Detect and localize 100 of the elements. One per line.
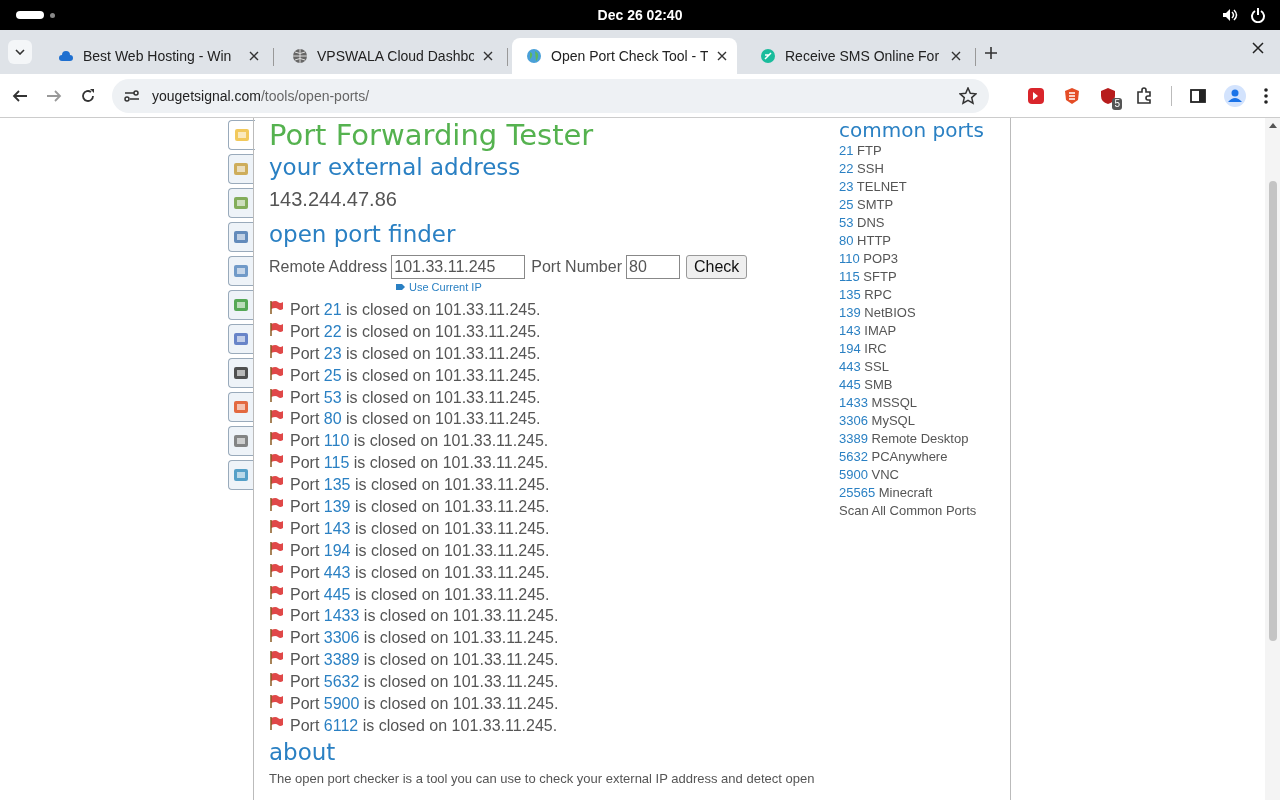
profile-icon[interactable] [1224,84,1246,107]
volume-icon[interactable] [1222,7,1238,23]
common-port-link[interactable]: 139 NetBIOS [839,304,1010,322]
globe-icon [526,48,542,64]
port-link[interactable]: 194 [323,541,351,559]
shield-extension-icon[interactable] [1099,86,1117,105]
port-link[interactable]: 3389 [323,651,360,669]
port-link[interactable]: 3306 [323,629,360,647]
port-link[interactable]: 80 [323,410,342,428]
tool-icon [233,161,249,177]
reload-icon[interactable] [80,87,96,104]
port-link[interactable]: 110 [323,432,350,450]
common-port-link[interactable]: 53 DNS [839,214,1010,232]
bookmark-star-icon[interactable] [959,86,977,105]
menu-icon[interactable] [1264,87,1268,104]
section-heading: open port finder [269,220,457,249]
common-port-link[interactable]: 5900 VNC [839,466,1010,484]
common-port-link[interactable]: 80 HTTP [839,232,1010,250]
common-port-link[interactable]: 3306 MySQL [839,412,1010,430]
port-link[interactable]: 6112 [323,716,359,734]
common-port-link[interactable]: 110 POP3 [839,250,1010,268]
common-port-link[interactable]: 23 TELNET [839,178,1010,196]
port-link[interactable]: 139 [323,498,351,515]
extension-icon[interactable] [1063,86,1081,105]
tool-tab[interactable] [228,358,253,388]
scrollbar[interactable] [1265,118,1280,800]
close-icon[interactable] [1252,42,1264,54]
port-link[interactable]: 143 [323,519,351,537]
close-icon[interactable] [717,51,727,61]
forward-icon[interactable] [46,87,62,104]
port-link[interactable]: 21 [323,301,342,318]
tool-tab[interactable] [228,426,253,456]
flag-icon [269,497,284,512]
use-current-ip-link[interactable]: Use Current IP [409,281,482,293]
result-text: Port 5900 is closed on 101.33.11.245. [290,694,559,715]
result-text: Port 139 is closed on 101.33.11.245. [290,497,550,517]
port-link[interactable]: 445 [323,585,351,603]
common-port-link[interactable]: 1433 MSSQL [839,394,1010,412]
result-text: Port 143 is closed on 101.33.11.245. [290,518,550,539]
flag-icon [269,300,284,315]
tool-icon [233,467,249,483]
common-port-link[interactable]: 21 FTP [839,142,1010,160]
common-port-link[interactable]: 135 RPC [839,286,1010,304]
check-button[interactable]: Check [686,255,748,279]
tool-tab[interactable] [228,222,253,252]
port-link[interactable]: 23 [323,344,342,362]
common-port-link[interactable]: 3389 Remote Desktop [839,430,1010,448]
common-port-link[interactable]: 443 SSL [839,358,1010,376]
tool-tab[interactable] [228,324,253,354]
site-settings-icon[interactable] [124,89,140,102]
common-port-link[interactable]: 115 SFTP [839,268,1010,286]
puzzle-icon[interactable] [1135,86,1153,105]
tab-search-button[interactable] [8,40,32,64]
port-link[interactable]: 22 [323,322,342,340]
close-icon[interactable] [951,51,961,61]
new-tab-icon[interactable] [984,46,998,60]
tool-icon [233,195,249,211]
common-port-link[interactable]: 5632 PCAnywhere [839,448,1010,466]
port-link[interactable]: 53 [323,388,342,406]
port-link[interactable]: 1433 [323,607,360,625]
port-link[interactable]: 25 [323,366,342,384]
browser-tab[interactable]: Open Port Check Tool - T [512,38,737,74]
address-bar[interactable]: yougetsignal.com/tools/open-ports/ [112,78,989,113]
result-text: Port 53 is closed on 101.33.11.245. [290,387,541,408]
port-link[interactable]: 5900 [323,695,360,713]
scroll-up-icon[interactable] [1268,122,1277,128]
result-text: Port 3306 is closed on 101.33.11.245. [290,628,559,649]
common-port-link[interactable]: 445 SMB [839,376,1010,394]
address-field[interactable]: 101.33.11.245 [391,255,526,279]
common-port-link[interactable]: 25 SMTP [839,196,1010,214]
close-icon[interactable] [249,51,259,61]
flag-icon [269,409,284,425]
port-field[interactable]: 80 [626,255,680,279]
extension-icon[interactable] [1027,86,1045,105]
port-link[interactable]: 135 [323,476,351,494]
result-text: Port 135 is closed on 101.33.11.245. [290,475,550,496]
port-link[interactable]: 115 [323,454,350,472]
back-icon[interactable] [12,87,28,104]
result-text: Port 115 is closed on 101.33.11.245. [290,453,549,474]
common-port-link[interactable]: 22 SSH [839,160,1010,178]
side-panel-icon[interactable] [1190,87,1206,104]
field-label: Remote Address [269,258,388,276]
common-port-link[interactable]: 25565 Minecraft [839,484,1010,502]
result-text: Port 445 is closed on 101.33.11.245. [290,584,550,605]
common-port-link[interactable]: 143 IMAP [839,322,1010,340]
result-text: Port 443 is closed on 101.33.11.245. [290,562,550,583]
common-port-link[interactable]: 194 IRC [839,340,1010,358]
tool-icon [234,127,250,143]
port-link[interactable]: 443 [323,563,351,581]
globe-icon [292,48,308,64]
result-text: Port 5632 is closed on 101.33.11.245. [290,672,559,693]
extension-badge: 5 [1112,97,1122,110]
port-link[interactable]: 5632 [323,673,360,691]
power-icon[interactable] [1250,7,1266,23]
result-text: Port 80 is closed on 101.33.11.245. [290,409,541,430]
close-icon[interactable] [483,51,493,61]
tool-icon [233,297,249,313]
scan-all-link[interactable]: Scan All Common Ports [839,502,1010,520]
activities-icon[interactable] [16,11,44,19]
scroll-thumb[interactable] [1268,181,1277,641]
